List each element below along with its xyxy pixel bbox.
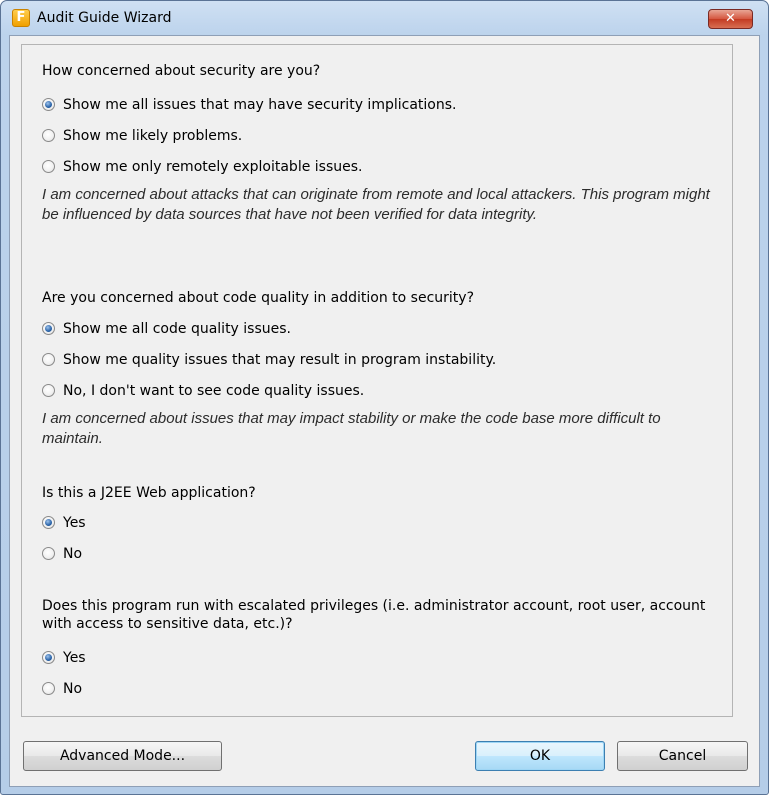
radio-button[interactable] bbox=[42, 682, 55, 695]
title-bar[interactable]: F Audit Guide Wizard ✕ bbox=[1, 1, 768, 35]
radio-button-selected[interactable] bbox=[42, 651, 55, 664]
questions-panel: How concerned about security are you? Sh… bbox=[21, 44, 733, 717]
audit-guide-wizard-window: F Audit Guide Wizard ✕ How concerned abo… bbox=[0, 0, 769, 795]
option-label: Show me only remotely exploitable issues… bbox=[63, 159, 363, 175]
option-label: Show me all issues that may have securit… bbox=[63, 97, 457, 113]
cancel-button[interactable]: Cancel bbox=[617, 741, 748, 771]
ok-button[interactable]: OK bbox=[475, 741, 605, 771]
option-label: No, I don't want to see code quality iss… bbox=[63, 383, 365, 399]
radio-button-selected[interactable] bbox=[42, 322, 55, 335]
security-description: I am concerned about attacks that can or… bbox=[42, 186, 710, 223]
option-label: No bbox=[63, 546, 83, 562]
question-code-quality: Are you concerned about code quality in … bbox=[42, 290, 474, 306]
dialog-client-area: How concerned about security are you? Sh… bbox=[9, 35, 760, 787]
option-label: Show me quality issues that may result i… bbox=[63, 352, 497, 368]
app-icon: F bbox=[12, 9, 30, 27]
radio-button[interactable] bbox=[42, 353, 55, 366]
code-quality-description: I am concerned about issues that may imp… bbox=[42, 410, 661, 447]
radio-button[interactable] bbox=[42, 547, 55, 560]
window-title: Audit Guide Wizard bbox=[37, 10, 172, 26]
option-label: Show me likely problems. bbox=[63, 128, 243, 144]
option-label: No bbox=[63, 681, 83, 697]
question-privileges: Does this program run with escalated pri… bbox=[42, 598, 706, 632]
option-label: Yes bbox=[63, 650, 86, 666]
radio-button[interactable] bbox=[42, 384, 55, 397]
option-label: Show me all code quality issues. bbox=[63, 321, 291, 337]
close-icon: ✕ bbox=[725, 11, 736, 26]
radio-button[interactable] bbox=[42, 129, 55, 142]
radio-button-selected[interactable] bbox=[42, 98, 55, 111]
question-j2ee: Is this a J2EE Web application? bbox=[42, 485, 256, 501]
radio-button-selected[interactable] bbox=[42, 516, 55, 529]
question-security: How concerned about security are you? bbox=[42, 63, 321, 79]
advanced-mode-button[interactable]: Advanced Mode... bbox=[23, 741, 222, 771]
option-label: Yes bbox=[63, 515, 86, 531]
radio-button[interactable] bbox=[42, 160, 55, 173]
close-button[interactable]: ✕ bbox=[708, 9, 753, 29]
